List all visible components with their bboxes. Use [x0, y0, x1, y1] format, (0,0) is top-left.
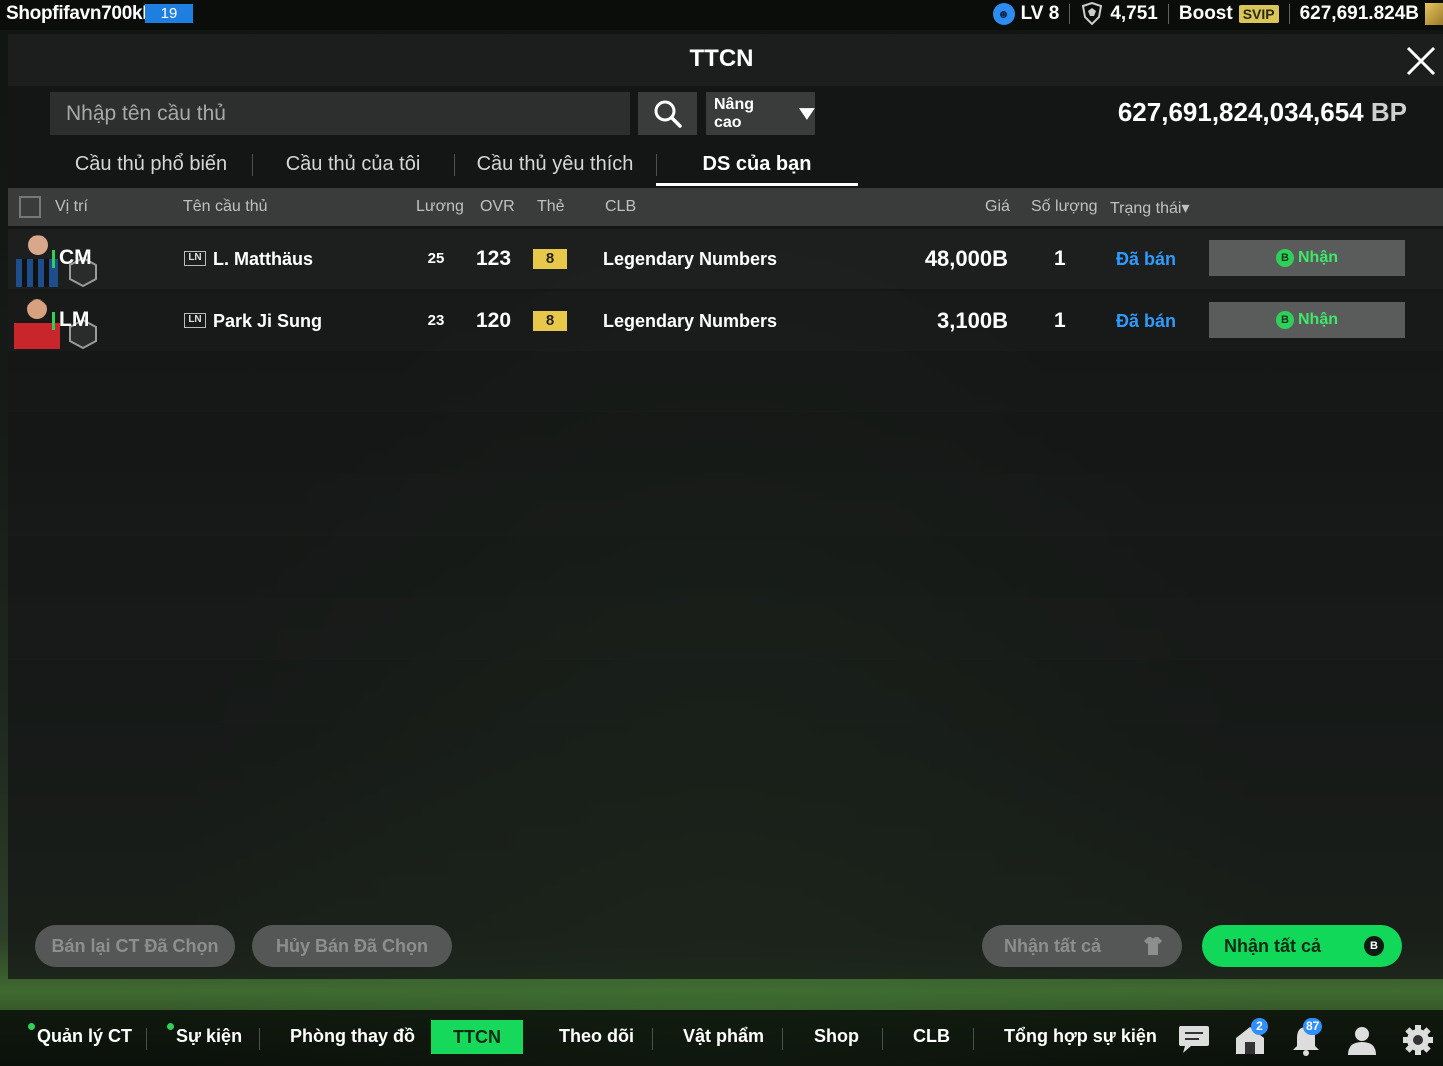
player-position: LM [59, 308, 90, 331]
header-ovr: OVR [480, 198, 515, 215]
sale-status: Đã bán [1116, 311, 1177, 331]
trophy-shield-icon [1082, 2, 1103, 26]
close-icon[interactable] [1404, 44, 1438, 78]
nav-event-summary[interactable]: Tổng hợp sự kiện [1004, 1026, 1157, 1047]
resell-selected-button[interactable]: Bán lại CT Đã Chọn [35, 925, 235, 967]
settings-gear-icon[interactable] [1401, 1024, 1435, 1056]
header-quantity: Số lượng [1031, 198, 1098, 215]
tab-my-players[interactable]: Cầu thủ của tôi [252, 146, 454, 186]
nav-watchlist[interactable]: Theo dõi [559, 1026, 634, 1047]
bp-balance-short: 627,691.824B [1299, 3, 1419, 24]
card-level-badge: 8 [533, 249, 567, 269]
sale-status: Đã bán [1116, 249, 1177, 269]
player-club: Legendary Numbers [603, 249, 778, 269]
b-coin-icon: B [1276, 311, 1294, 329]
header-club: CLB [605, 198, 637, 215]
player-salary: 23 [427, 312, 445, 329]
nav-locker-room[interactable]: Phòng thay đồ [290, 1026, 415, 1047]
player-position: CM [59, 246, 92, 269]
nav-club[interactable]: CLB [913, 1026, 950, 1047]
position-indicator [52, 250, 55, 268]
boost-label[interactable]: Boost [1179, 3, 1233, 25]
header-card: Thẻ [537, 198, 565, 215]
player-ovr: 120 [476, 309, 512, 332]
bp-coin-icon [1425, 3, 1443, 25]
profile-icon[interactable] [1345, 1024, 1379, 1056]
player-salary: 25 [427, 250, 445, 267]
shirt-icon [1144, 937, 1162, 955]
new-indicator-dot [28, 1023, 35, 1030]
player-price: 3,100B [937, 308, 1008, 333]
claim-all-bp-button[interactable]: Nhận tất cả B [1202, 925, 1402, 967]
advanced-filter-dropdown[interactable]: Nâng cao [706, 92, 815, 135]
chat-icon[interactable] [1177, 1024, 1211, 1056]
player-name: Park Ji Sung [213, 311, 323, 331]
caret-down-icon [799, 107, 815, 120]
table-header: Vị trí Tên cầu thủ Lương OVR Thẻ CLB Giá… [8, 188, 1443, 226]
level-label: LV 8 [1020, 3, 1060, 24]
claim-all-items-button[interactable]: Nhận tất cả [982, 925, 1182, 967]
bp-total-value: 627,691,824,034,654 [1117, 97, 1364, 127]
search-input[interactable] [50, 92, 630, 135]
mail-count-badge: 2 [1251, 1018, 1268, 1035]
claim-label: Nhận [1298, 249, 1338, 266]
header-salary: Lương [416, 198, 464, 215]
svip-badge: SVIP [1238, 5, 1279, 23]
header-position: Vị trí [55, 198, 88, 215]
claim-label: Nhận [1298, 311, 1338, 328]
nav-shop[interactable]: Shop [814, 1026, 859, 1047]
username: Shopfifavn700kB [6, 3, 156, 24]
notification-count-badge: 87 [1303, 1018, 1323, 1035]
claim-all-bp-label: Nhận tất cả [1224, 935, 1322, 956]
nav-events[interactable]: Sự kiện [176, 1026, 242, 1047]
claim-button[interactable]: B Nhận [1209, 240, 1405, 276]
search-icon [654, 100, 682, 128]
trophy-count: 4,751 [1110, 3, 1158, 24]
nav-player-management[interactable]: Quản lý CT [37, 1026, 132, 1047]
season-badge: LN [184, 313, 206, 328]
search-box [50, 92, 630, 135]
header-name: Tên cầu thủ [183, 198, 268, 215]
user-level-badge: 19 [145, 4, 193, 23]
select-all-checkbox[interactable] [19, 196, 41, 218]
top-stats: ☻ LV 8 4,751 Boost SVIP 627,691.824B [992, 1, 1443, 27]
bottom-nav: Quản lý CT Sự kiện Phòng thay đồ TTCN Th… [0, 1010, 1443, 1066]
season-badge: LN [184, 251, 206, 266]
bp-unit: BP [1370, 97, 1407, 127]
b-coin-icon: B [1276, 249, 1294, 267]
player-avatar [14, 299, 60, 349]
position-indicator [52, 312, 55, 330]
search-button[interactable] [638, 92, 697, 135]
tab-popular-players[interactable]: Cầu thủ phổ biến [50, 146, 252, 186]
header-price: Giá [985, 198, 1010, 215]
nav-transfer-market[interactable]: TTCN [431, 1020, 523, 1054]
player-name: L. Matthäus [213, 249, 314, 269]
table-row[interactable]: LM LN Park Ji Sung 23 120 8 Legendary Nu… [8, 291, 1443, 351]
player-quantity: 1 [1054, 309, 1066, 332]
tab-favorite-players[interactable]: Cầu thủ yêu thích [454, 146, 656, 186]
table-row[interactable]: CM LN L. Matthäus 25 123 8 Legendary Num… [8, 229, 1443, 289]
header-status[interactable]: Trạng thái▾ [1110, 198, 1189, 218]
player-price: 48,000B [924, 246, 1008, 271]
status-bar: Shopfifavn700kB 19 ☻ LV 8 4,751 Boost SV… [0, 0, 1443, 30]
player-quantity: 1 [1054, 247, 1066, 270]
player-avatar [16, 235, 58, 287]
b-coin-icon: B [1364, 936, 1384, 956]
page-title: TTCN [689, 45, 754, 72]
tab-your-list[interactable]: DS của bạn [656, 146, 858, 186]
advanced-label: Nâng cao [714, 95, 754, 131]
bp-total: 627,691,824,034,654 BP [1118, 97, 1407, 128]
tab-bar: Cầu thủ phổ biến Cầu thủ của tôi Cầu thủ… [50, 146, 858, 186]
player-club: Legendary Numbers [603, 311, 778, 331]
cancel-selected-button[interactable]: Hủy Bán Đã Chọn [252, 925, 452, 967]
nav-items[interactable]: Vật phẩm [683, 1026, 764, 1047]
new-indicator-dot [167, 1023, 174, 1030]
card-level-badge: 8 [533, 311, 567, 331]
claim-button[interactable]: B Nhận [1209, 302, 1405, 338]
level-face-icon: ☻ [992, 3, 1015, 25]
claim-all-items-label: Nhận tất cả [1004, 935, 1102, 956]
player-ovr: 123 [476, 247, 512, 270]
